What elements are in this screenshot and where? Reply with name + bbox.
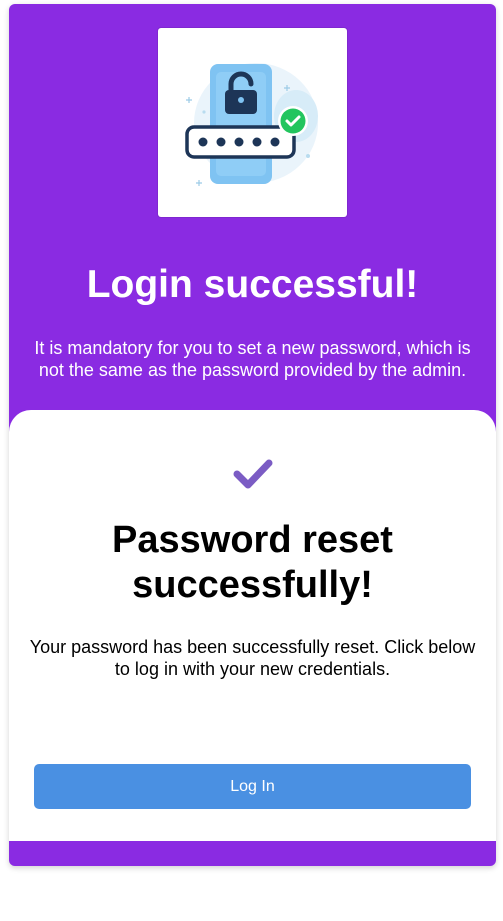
modal-title: Password reset successfully!	[112, 519, 393, 606]
password-illustration	[158, 28, 347, 217]
mandatory-password-message: It is mandatory for you to set a new pas…	[34, 338, 471, 380]
modal-message: Your password has been successfully rese…	[29, 637, 476, 679]
page: Login successful! It is mandatory for yo…	[0, 0, 503, 921]
log-in-button[interactable]: Log In	[34, 764, 471, 809]
login-card: Login successful! It is mandatory for yo…	[9, 4, 496, 866]
page-title: Login successful!	[86, 263, 419, 306]
success-modal: Password reset successfully! Your passwo…	[9, 410, 496, 841]
checkmark-icon	[233, 459, 273, 489]
password-lock-icon	[185, 63, 318, 186]
